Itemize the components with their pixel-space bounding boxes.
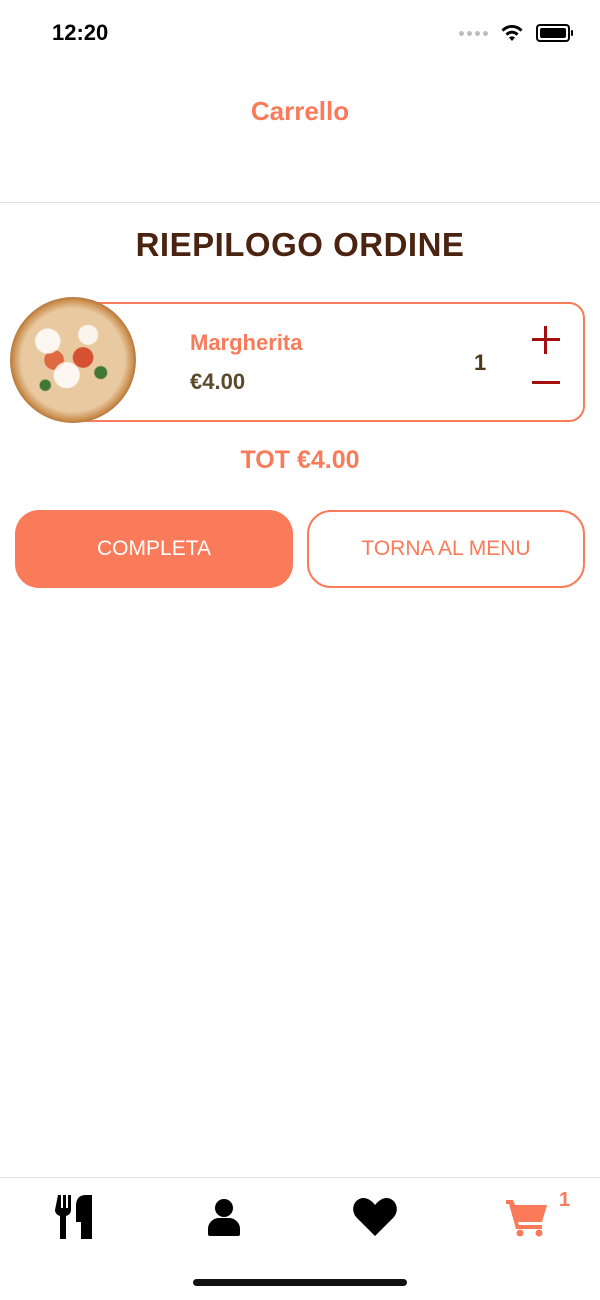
order-summary-title: RIEPILOGO ORDINE: [135, 226, 465, 263]
decrease-quantity-button[interactable]: [528, 364, 564, 400]
battery-icon: [536, 24, 573, 42]
pizza-image: [10, 297, 136, 423]
heart-icon: [353, 1198, 397, 1236]
increase-quantity-button[interactable]: [528, 322, 564, 358]
user-icon: [208, 1199, 240, 1236]
item-name: Margherita: [190, 330, 303, 355]
status-time: 12:20: [52, 20, 109, 45]
cart-item-card: [60, 302, 585, 422]
wifi-icon: [501, 25, 523, 41]
complete-order-button[interactable]: COMPLETA: [15, 510, 293, 588]
signal-icon: [459, 30, 488, 36]
cart-icon: [506, 1200, 547, 1237]
home-indicator[interactable]: [193, 1279, 407, 1286]
tab-menu[interactable]: [45, 1192, 105, 1242]
item-price: €4.00: [190, 369, 246, 394]
tab-profile[interactable]: [194, 1192, 254, 1242]
status-bar: 12:20: [0, 0, 600, 66]
navigation-bar: Carrello: [0, 66, 600, 203]
back-to-menu-button[interactable]: TORNA AL MENU: [307, 510, 585, 588]
tab-cart[interactable]: [497, 1192, 557, 1242]
item-quantity: 1: [474, 350, 487, 375]
status-icons: [459, 24, 573, 42]
tab-favorites[interactable]: [345, 1192, 405, 1242]
cart-badge: 1: [559, 1189, 571, 1211]
utensils-icon: [55, 1195, 92, 1239]
page-title: Carrello: [250, 96, 350, 126]
order-total: TOT €4.00: [240, 446, 360, 474]
